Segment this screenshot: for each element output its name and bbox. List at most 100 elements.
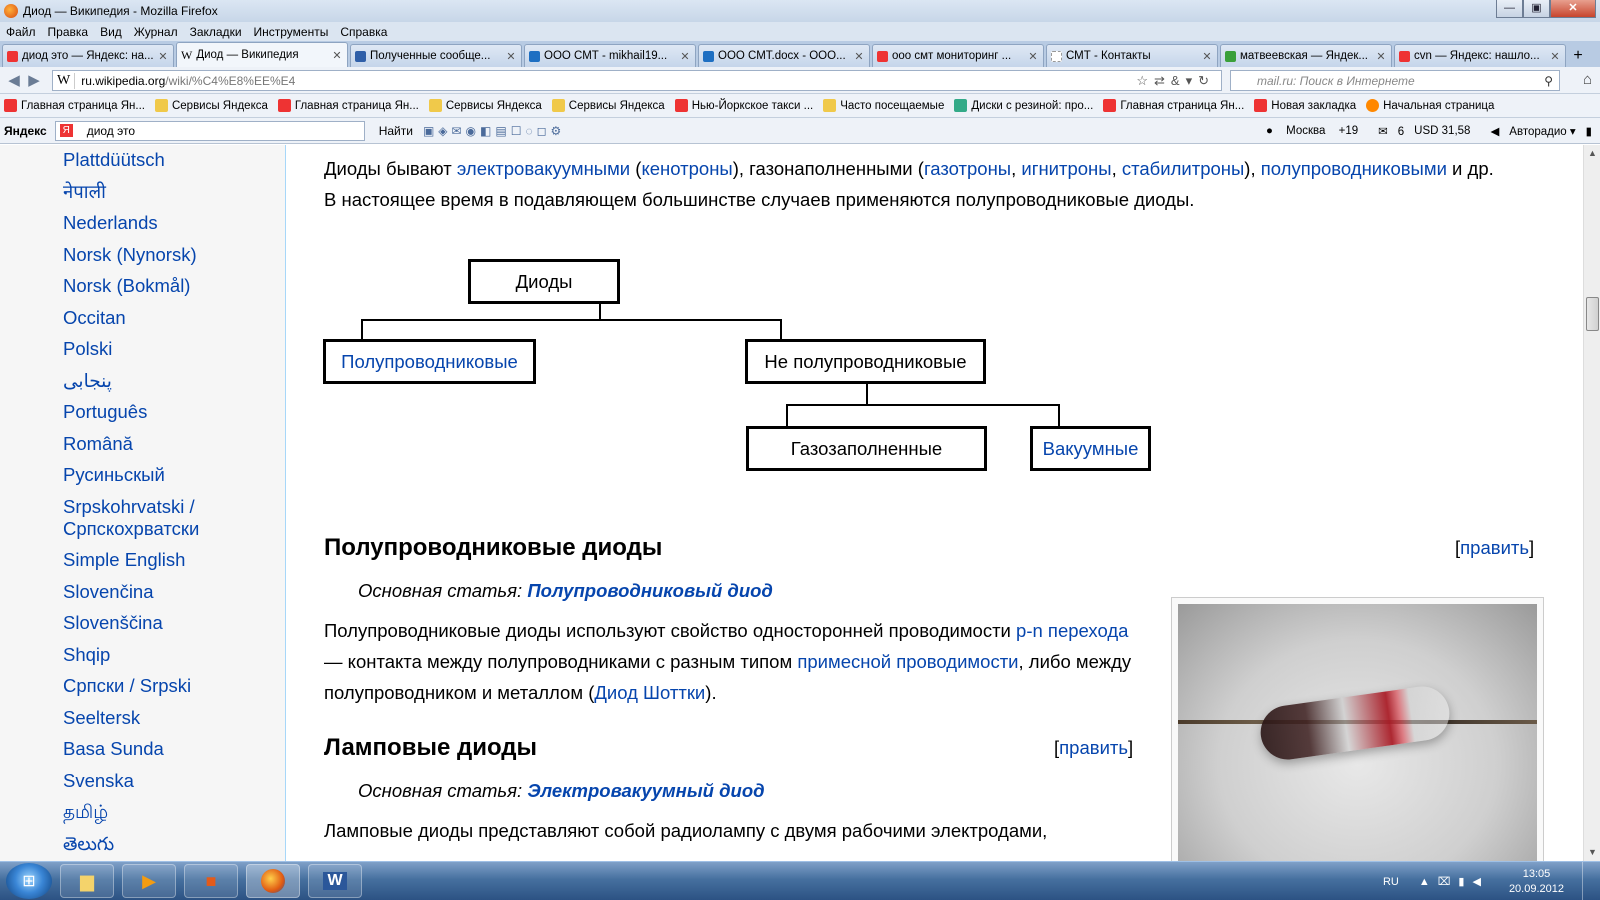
lang-link[interactable]: Shqip <box>63 644 223 666</box>
media-player-taskbar-icon[interactable]: ▶ <box>122 864 176 898</box>
close-window-button[interactable]: ✕ <box>1550 0 1596 18</box>
tab-close-icon[interactable]: ✕ <box>1027 50 1039 63</box>
search-icon[interactable]: ⚲ <box>1544 74 1553 88</box>
maximize-button[interactable]: ▣ <box>1523 0 1550 18</box>
lang-link[interactable]: Seeltersk <box>63 707 223 729</box>
link-kenotrons[interactable]: кенотроны <box>641 158 732 179</box>
minimize-button[interactable]: — <box>1496 0 1523 18</box>
link-gasotrons[interactable]: газотроны <box>924 158 1011 179</box>
yandex-logo[interactable]: Яндекс <box>4 124 47 138</box>
lang-link[interactable]: Српски / Srpski <box>63 675 223 697</box>
yandex-tool-icons[interactable]: ▣◈✉◉◧▤☐◌◻⚙ <box>423 124 565 138</box>
bookmark-item[interactable]: Часто посещаемые <box>823 99 944 112</box>
reload-icon[interactable]: ↻ <box>1198 73 1215 88</box>
bookmark-star-icon[interactable]: ☆ <box>1136 73 1154 88</box>
lang-link[interactable]: Plattdüütsch <box>63 149 223 171</box>
currency-rate[interactable]: USD 31,58 <box>1414 125 1470 137</box>
menu-history[interactable]: Журнал <box>134 25 178 39</box>
menu-view[interactable]: Вид <box>100 25 122 39</box>
menu-bookmarks[interactable]: Закладки <box>190 25 242 39</box>
yandex-find-button[interactable]: Найти <box>379 124 413 138</box>
lang-link[interactable]: தமிழ் <box>63 801 223 823</box>
tab-messages[interactable]: Полученные сообще... ✕ <box>350 44 522 67</box>
link-impurity-conductivity[interactable]: примесной проводимости <box>797 651 1018 672</box>
word-taskbar-icon[interactable]: W <box>308 864 362 898</box>
bookmark-item[interactable]: Главная страница Ян... <box>1103 99 1244 112</box>
lang-link[interactable]: Svenska <box>63 770 223 792</box>
clock[interactable]: 13:05 20.09.2012 <box>1509 867 1564 897</box>
bookmark-item[interactable]: Сервисы Яндекса <box>154 99 268 112</box>
office-taskbar-icon[interactable]: ■ <box>184 864 238 898</box>
show-desktop-button[interactable] <box>1582 862 1594 900</box>
forward-arrow-icon[interactable]: ▶ <box>24 71 44 89</box>
lang-link[interactable]: Slovenščina <box>63 612 223 634</box>
lang-link[interactable]: नेपाली <box>63 181 223 203</box>
bookmark-item[interactable]: Главная страница Ян... <box>4 99 145 112</box>
start-button[interactable]: ⊞ <box>6 863 52 899</box>
dropdown-icon[interactable]: ▾ <box>1186 73 1199 88</box>
link-electrovacuum[interactable]: электровакуумными <box>457 158 630 179</box>
tab-smt-contacts[interactable]: СМТ - Контакты ✕ <box>1046 44 1218 67</box>
tray-icons[interactable]: ▲⌧▮◀ <box>1419 875 1489 888</box>
scrollbar-thumb[interactable] <box>1586 297 1599 331</box>
vertical-scrollbar[interactable]: ▲ ▼ <box>1583 145 1600 861</box>
tab-cvn[interactable]: cvn — Яндекс: нашло... ✕ <box>1394 44 1566 67</box>
language-indicator[interactable]: RU <box>1383 876 1399 888</box>
tab-close-icon[interactable]: ✕ <box>1375 50 1387 63</box>
tab-close-icon[interactable]: ✕ <box>331 49 343 62</box>
lang-link[interactable]: Basa Sunda <box>63 738 223 760</box>
bookmark-item[interactable]: Сервисы Яндекса <box>428 99 542 112</box>
bookmark-item[interactable]: Нью-Йоркское такси ... <box>674 99 813 112</box>
bookmark-item[interactable]: Начальная страница <box>1366 99 1494 112</box>
menu-tools[interactable]: Инструменты <box>254 25 329 39</box>
url-bar[interactable]: W ru.wikipedia.org/wiki/%C4%E8%EE%E4 ☆⇄&… <box>52 70 1222 91</box>
lang-link[interactable]: Simple English <box>63 549 223 571</box>
firefox-taskbar-icon[interactable] <box>246 864 300 898</box>
scroll-up-icon[interactable]: ▲ <box>1584 145 1600 162</box>
tab-smt-docx[interactable]: ООО СМТ.docx - ООО... ✕ <box>698 44 870 67</box>
yandex-search-input[interactable]: Я диод это <box>54 120 365 141</box>
lang-link[interactable]: Occitan <box>63 307 223 329</box>
tab-close-icon[interactable]: ✕ <box>1549 50 1561 63</box>
link-semiconductor[interactable]: полупроводниковыми <box>1261 158 1447 179</box>
new-tab-button[interactable]: + <box>1568 47 1588 67</box>
lang-link[interactable]: Português <box>63 401 223 423</box>
bookmark-item[interactable]: Новая закладка <box>1254 99 1356 112</box>
tab-yandex-diode[interactable]: диод это — Яндекс: на... ✕ <box>2 44 174 67</box>
link-pn-junction[interactable]: p-n перехода <box>1016 620 1128 641</box>
tab-wikipedia-diode[interactable]: W Диод — Википедия ✕ <box>176 42 348 67</box>
scroll-down-icon[interactable]: ▼ <box>1584 844 1600 861</box>
edit-link[interactable]: править <box>1460 537 1529 558</box>
tab-close-icon[interactable]: ✕ <box>853 50 865 63</box>
lang-link[interactable]: Norsk (Bokmål) <box>63 275 223 297</box>
bookmark-item[interactable]: Главная страница Ян... <box>277 99 419 112</box>
back-arrow-icon[interactable]: ◀ <box>4 71 24 89</box>
link-vacuum-diode[interactable]: Вакуумные <box>1043 433 1139 464</box>
ampersand-icon[interactable]: & <box>1171 73 1186 88</box>
link-ignitrons[interactable]: игнитроны <box>1021 158 1111 179</box>
translate-icon[interactable]: ⇄ <box>1154 73 1171 88</box>
tab-close-icon[interactable]: ✕ <box>157 50 169 63</box>
lang-link[interactable]: Slovenčina <box>63 581 223 603</box>
radio-widget[interactable]: ◀ Авторадио ▾ <box>1480 124 1575 138</box>
tab-close-icon[interactable]: ✕ <box>679 50 691 63</box>
diode-photo-thumbnail[interactable] <box>1171 597 1544 861</box>
lang-link[interactable]: Русиньскый <box>63 464 223 486</box>
lang-link[interactable]: Norsk (Nynorsk) <box>63 244 223 266</box>
mail-counter[interactable]: ✉ 6 <box>1368 124 1404 138</box>
link-main-article[interactable]: Электровакуумный диод <box>527 780 764 801</box>
menu-edit[interactable]: Правка <box>48 25 89 39</box>
menu-file[interactable]: Файл <box>6 25 36 39</box>
city-weather[interactable]: ● Москва +19 <box>1256 125 1358 137</box>
menu-help[interactable]: Справка <box>340 25 387 39</box>
volume-icon[interactable]: ◀ <box>1472 876 1488 888</box>
link-main-article[interactable]: Полупроводниковый диод <box>527 580 773 601</box>
bookmark-item[interactable]: Сервисы Яндекса <box>551 99 665 112</box>
link-schottky-diode[interactable]: Диод Шоттки <box>594 682 705 703</box>
lang-link[interactable]: తెలుగు <box>63 833 223 855</box>
lang-link[interactable]: Nederlands <box>63 212 223 234</box>
tray-expand-icon[interactable]: ▲ <box>1419 876 1438 888</box>
link-stabilitrons[interactable]: стабилитроны <box>1122 158 1244 179</box>
network-icon[interactable]: ▮ <box>1458 876 1472 888</box>
tab-close-icon[interactable]: ✕ <box>1201 50 1213 63</box>
